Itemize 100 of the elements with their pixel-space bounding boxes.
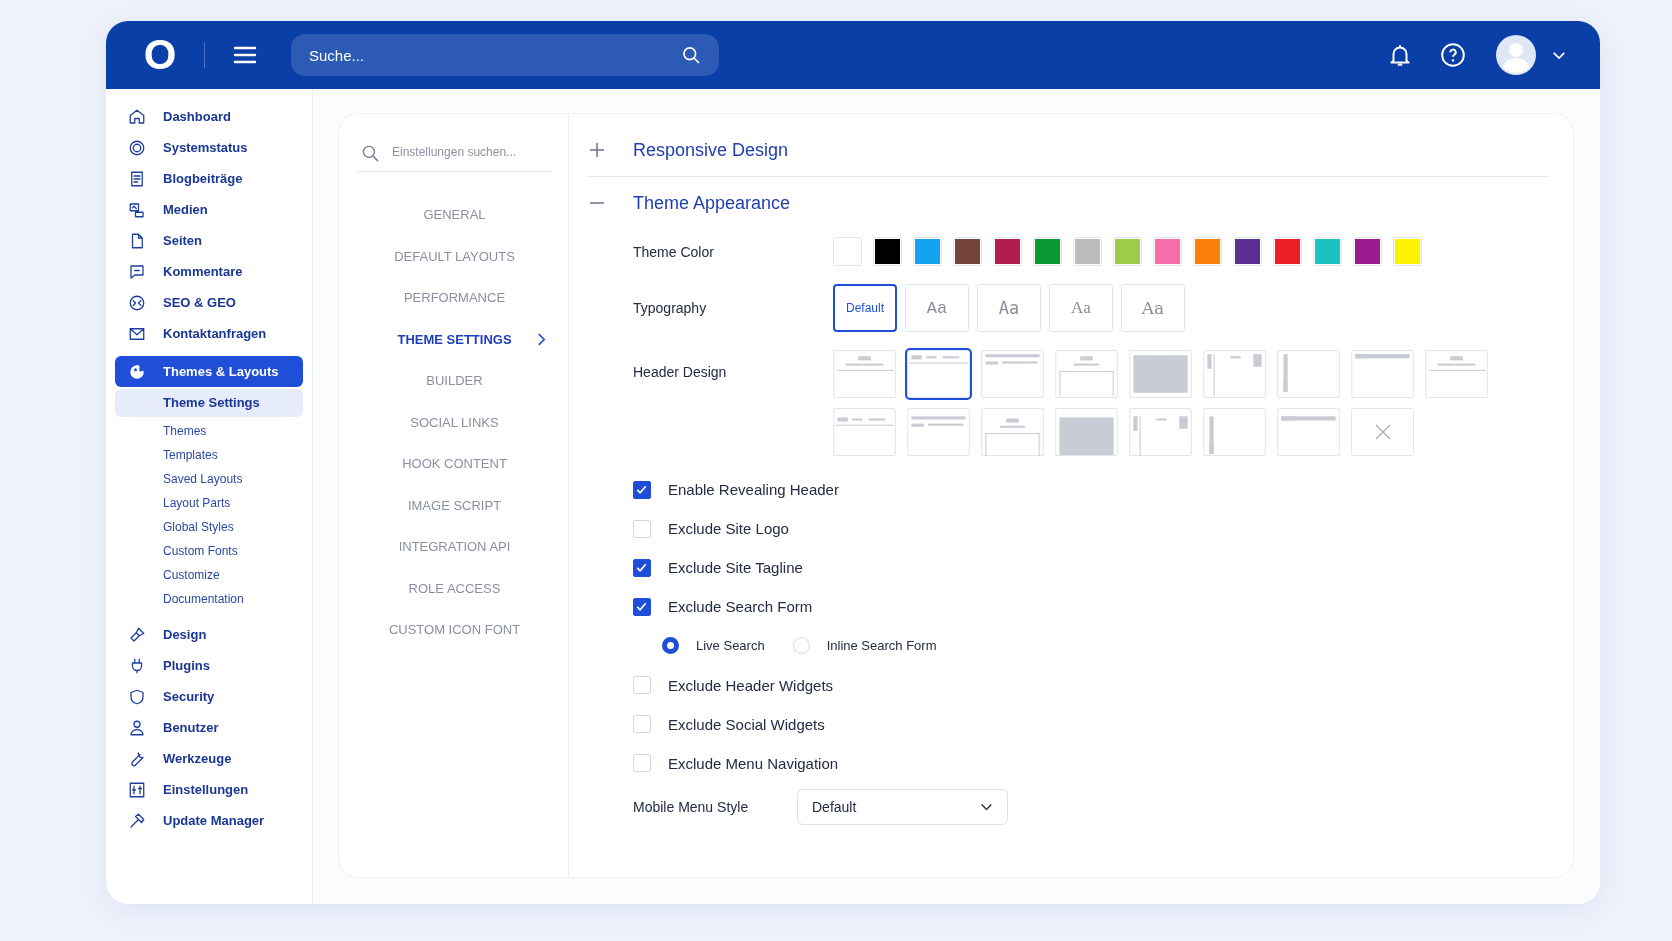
sidebar-item[interactable]: Design [115,619,303,650]
checkbox[interactable] [633,558,651,577]
sidebar-item[interactable]: Security [115,681,303,712]
palette-icon [128,362,146,381]
header-layout-option[interactable] [907,408,970,456]
sidebar-subitem[interactable]: Templates [115,443,303,467]
sidebar-subitem[interactable]: Documentation [115,587,303,611]
comment-icon [128,262,146,281]
dropdown[interactable]: Default [797,788,1008,825]
settings-nav-item[interactable]: THEME SETTINGS [357,318,552,360]
header-layout-option[interactable] [981,408,1044,456]
checkbox[interactable] [633,597,651,616]
layout-preview-drawing [981,350,1044,398]
field-label: Typography [633,300,708,316]
section-header[interactable]: Theme Appearance [587,177,1549,229]
color-swatch[interactable] [1153,237,1182,266]
layout-preview-drawing [1351,350,1414,398]
logo[interactable]: O [140,34,180,76]
checkbox-label: Exclude Social Widgets [668,715,825,733]
color-swatch[interactable] [1033,237,1062,266]
layout-preview-drawing [1277,408,1340,456]
sidebar-item[interactable]: Update Manager [115,805,303,836]
sidebar-item[interactable]: SEO & GEO [115,287,303,318]
color-swatch[interactable] [1233,237,1262,266]
search-icon[interactable] [681,45,701,65]
header-layout-option[interactable] [1277,350,1340,398]
sidebar-subitem[interactable]: Customize [115,563,303,587]
header-layout-option[interactable] [981,350,1044,398]
avatar[interactable] [1496,35,1536,75]
header-layout-option[interactable] [833,350,896,398]
layout-preview-drawing [833,408,896,456]
radio-label: Inline Search Form [826,638,937,654]
layout-preview-drawing [833,350,896,398]
header-layout-option[interactable] [1203,350,1266,398]
header-layout-option[interactable] [1277,408,1340,456]
cross-icon [1374,424,1391,440]
layout-preview-drawing [1055,408,1118,456]
color-swatch[interactable] [873,237,902,266]
color-swatch[interactable] [1113,237,1142,266]
settings-search-field[interactable]: Einstellungen suchen... [357,138,552,172]
header-layout-option[interactable] [1203,408,1266,456]
menu-icon[interactable] [233,45,257,65]
color-swatch[interactable] [953,237,982,266]
sidebar-item[interactable]: Kontaktanfragen [115,318,303,349]
sidebar-item[interactable]: Einstellungen [115,774,303,805]
sidebar-item[interactable]: Seiten [115,225,303,256]
color-swatch[interactable] [1073,237,1102,266]
sidebar-subitem[interactable]: Saved Layouts [115,467,303,491]
header-layout-option[interactable] [1351,350,1414,398]
header-layout-option[interactable] [833,408,896,456]
color-swatch[interactable] [1353,237,1382,266]
minus-icon [589,202,605,204]
sidebar-item[interactable]: Benutzer [115,712,303,743]
sliders-icon [128,780,146,799]
target-icon [128,293,146,312]
header-layout-option[interactable] [1425,350,1488,398]
sidebar-item[interactable]: Dashboard [115,101,303,132]
typography-option[interactable]: Default [833,284,897,332]
chevron-down-icon[interactable] [1552,50,1566,60]
sidebar-item[interactable]: Themes & Layouts [115,356,303,387]
color-swatch[interactable] [1193,237,1222,266]
section-header[interactable]: Responsive Design [587,124,1549,177]
header-layout-option[interactable] [1055,350,1118,398]
document-icon [128,169,146,188]
sidebar-subitem[interactable]: Theme Settings [115,389,303,417]
color-swatch[interactable] [1393,237,1422,266]
layout-preview-drawing [1277,350,1340,398]
layout-preview-drawing [981,408,1044,456]
header-layout-option[interactable] [907,350,970,398]
layout-preview-drawing [1203,350,1266,398]
help-icon[interactable] [1440,42,1466,68]
chevron-right-icon [537,331,546,347]
checkbox-label: Exclude Header Widgets [668,676,834,694]
sidebar-item[interactable]: Kommentare [115,256,303,287]
header-layout-option[interactable] [1129,350,1192,398]
bell-icon[interactable] [1387,42,1413,68]
sidebar-subitem[interactable]: Themes [115,419,303,443]
sidebar-item[interactable]: Medien [115,194,303,225]
color-swatch[interactable] [1313,237,1342,266]
sidebar-item[interactable]: Blogbeiträge [115,163,303,194]
sidebar-item[interactable]: Plugins [115,650,303,681]
header-layout-option[interactable] [1055,408,1118,456]
color-swatch[interactable] [833,237,862,266]
sidebar-subitem[interactable]: Custom Fonts [115,539,303,563]
color-swatch[interactable] [993,237,1022,266]
checkbox-label: Exclude Search Form [668,598,813,615]
sidebar-subitem[interactable]: Global Styles [115,515,303,539]
color-swatch[interactable] [913,237,942,266]
sidebar-item[interactable]: Systemstatus [115,132,303,163]
sidebar-item[interactable]: Werkzeuge [115,743,303,774]
checkbox[interactable] [633,480,651,499]
header-layout-option[interactable] [1129,408,1192,456]
images-icon [128,200,146,219]
sidebar-subitem[interactable]: Layout Parts [115,491,303,515]
color-swatch[interactable] [1273,237,1302,266]
typography-option[interactable]: Aa [1049,284,1113,332]
header-layout-option[interactable] [1351,408,1414,456]
layout-preview-drawing [1425,350,1488,398]
checkbox-label: Exclude Site Logo [668,520,789,537]
radio-button[interactable] [662,637,679,655]
